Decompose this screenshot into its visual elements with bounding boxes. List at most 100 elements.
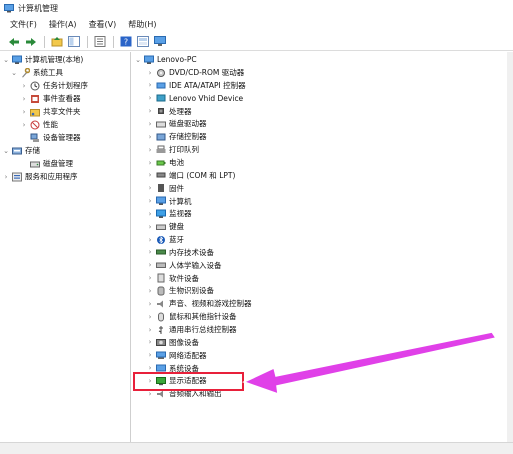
device-category-label: 网络适配器 [169, 350, 207, 360]
chevron-right-icon[interactable]: › [146, 184, 154, 192]
chevron-down-icon[interactable]: ⌄ [10, 69, 18, 77]
tree-item-shared-folders[interactable]: › 共享文件夹 [20, 105, 81, 118]
chevron-right-icon[interactable]: › [146, 171, 154, 179]
chevron-right-icon[interactable]: › [146, 364, 154, 372]
device-category-biometric-devices[interactable]: › 生物识别设备 [146, 284, 214, 297]
device-category-monitors[interactable]: › 监视器 [146, 207, 192, 220]
tree-label: 系统工具 [33, 68, 63, 77]
device-category-computer[interactable]: › 计算机 [146, 195, 192, 208]
chevron-right-icon[interactable]: › [146, 326, 154, 334]
chevron-right-icon[interactable]: › [20, 108, 28, 116]
device-root[interactable]: ⌄ Lenovo-PC [134, 53, 197, 66]
computer-icon [156, 196, 166, 206]
chevron-right-icon[interactable]: › [146, 133, 154, 141]
chevron-right-icon[interactable]: › [2, 173, 10, 181]
chevron-right-icon[interactable]: › [20, 95, 28, 103]
help-icon[interactable]: ? [118, 35, 133, 49]
device-category-keyboards[interactable]: › 键盘 [146, 220, 184, 233]
device-category-imaging-devices[interactable]: › 图像设备 [146, 336, 199, 349]
device-category-software-devices[interactable]: › 软件设备 [146, 272, 199, 285]
shared-folder-icon [30, 107, 40, 117]
device-category-batteries[interactable]: › 电池 [146, 156, 184, 169]
chevron-right-icon[interactable]: › [146, 197, 154, 205]
highlight-box [133, 372, 244, 391]
computer-icon [144, 55, 154, 65]
sound-icon [156, 299, 166, 309]
device-category-disk-drives[interactable]: › 磁盘驱动器 [146, 117, 207, 130]
device-category-ports-com-lpt[interactable]: › 端口 (COM 和 LPT) [146, 169, 236, 182]
tree-item-services-apps[interactable]: › 服务和应用程序 [2, 170, 78, 183]
device-category-bluetooth[interactable]: › 蓝牙 [146, 233, 184, 246]
chevron-right-icon[interactable]: › [146, 351, 154, 359]
chevron-right-icon[interactable]: › [146, 69, 154, 77]
chevron-right-icon[interactable]: › [146, 81, 154, 89]
back-icon[interactable] [6, 35, 21, 49]
device-category-mice-pointing-devices[interactable]: › 鼠标和其他指针设备 [146, 310, 237, 323]
device-category-label: 打印队列 [169, 145, 199, 155]
chevron-down-icon[interactable]: ⌄ [2, 56, 10, 64]
forward-icon[interactable] [23, 35, 38, 49]
chevron-right-icon[interactable]: › [146, 313, 154, 321]
device-category-label: DVD/CD-ROM 驱动器 [169, 68, 245, 77]
device-category-network-adapters[interactable]: › 网络适配器 [146, 349, 207, 362]
chevron-right-icon[interactable]: › [146, 120, 154, 128]
svg-text:?: ? [123, 38, 127, 47]
menu-view[interactable]: 查看(V) [89, 19, 117, 30]
device-category-label: 图像设备 [169, 337, 199, 347]
tree-item-system-tools[interactable]: ⌄ 系统工具 [10, 66, 63, 79]
chevron-right-icon[interactable]: › [146, 94, 154, 102]
tree-item-computer-management[interactable]: ⌄ 计算机管理(本地) [2, 53, 83, 66]
device-category-ide-ata-controllers[interactable]: › IDE ATA/ATAPI 控制器 [146, 79, 246, 92]
storage-icon [12, 146, 22, 156]
device-category-usb-controllers[interactable]: › 通用串行总线控制器 [146, 323, 237, 336]
device-category-print-queues[interactable]: › 打印队列 [146, 143, 199, 156]
device-category-human-interface-devices[interactable]: › 人体学输入设备 [146, 259, 222, 272]
chevron-right-icon[interactable]: › [146, 107, 154, 115]
hid-icon [156, 260, 166, 270]
scope-icon[interactable] [135, 35, 150, 49]
tree-item-device-manager[interactable]: 设备管理器 [20, 131, 81, 144]
chevron-right-icon[interactable]: › [146, 300, 154, 308]
camera-icon [156, 337, 166, 347]
up-folder-icon[interactable] [49, 35, 64, 49]
device-manager-icon [30, 133, 40, 143]
menu-file[interactable]: 文件(F) [10, 19, 37, 30]
chevron-right-icon[interactable]: › [146, 287, 154, 295]
device-category-firmware[interactable]: › 固件 [146, 182, 184, 195]
menu-action[interactable]: 操作(A) [49, 19, 77, 30]
chevron-right-icon[interactable]: › [146, 159, 154, 167]
chevron-right-icon[interactable]: › [146, 210, 154, 218]
chevron-right-icon[interactable]: › [146, 274, 154, 282]
device-category-memory-technology-devices[interactable]: › 内存技术设备 [146, 246, 214, 259]
device-category-sound-video-game-controllers[interactable]: › 声音、视频和游戏控制器 [146, 297, 252, 310]
monitor-icon[interactable] [152, 35, 167, 49]
chevron-right-icon[interactable]: › [20, 82, 28, 90]
port-icon [156, 170, 166, 180]
device-category-label: 磁盘驱动器 [169, 119, 207, 129]
chevron-right-icon[interactable]: › [146, 261, 154, 269]
device-category-label: 声音、视频和游戏控制器 [169, 299, 252, 309]
device-category-dvd-cdrom-drives[interactable]: › DVD/CD-ROM 驱动器 [146, 66, 245, 79]
device-category-processors[interactable]: › 处理器 [146, 105, 192, 118]
tree-item-event-viewer[interactable]: › 事件查看器 [20, 92, 81, 105]
chevron-right-icon[interactable]: › [146, 223, 154, 231]
device-category-lenovo-vhid-device[interactable]: › Lenovo Vhid Device [146, 92, 244, 105]
menu-help[interactable]: 帮助(H) [128, 19, 156, 30]
tree-item-task-scheduler[interactable]: › 任务计划程序 [20, 79, 88, 92]
chevron-down-icon[interactable]: ⌄ [134, 56, 142, 64]
tools-icon [20, 67, 31, 78]
chevron-down-icon[interactable]: ⌄ [2, 147, 10, 155]
device-category-label: 固件 [169, 183, 184, 193]
chevron-right-icon[interactable]: › [146, 338, 154, 346]
tree-item-performance[interactable]: › 性能 [20, 118, 58, 131]
device-category-storage-controllers[interactable]: › 存储控制器 [146, 130, 207, 143]
chevron-right-icon[interactable]: › [146, 146, 154, 154]
keyboard-icon [156, 222, 166, 232]
tree-item-disk-management[interactable]: 磁盘管理 [20, 157, 73, 170]
show-tree-icon[interactable] [66, 35, 81, 49]
chevron-right-icon[interactable]: › [146, 236, 154, 244]
chevron-right-icon[interactable]: › [20, 121, 28, 129]
chevron-right-icon[interactable]: › [146, 248, 154, 256]
tree-item-storage[interactable]: ⌄ 存储 [2, 144, 40, 157]
properties-icon[interactable] [92, 35, 107, 49]
